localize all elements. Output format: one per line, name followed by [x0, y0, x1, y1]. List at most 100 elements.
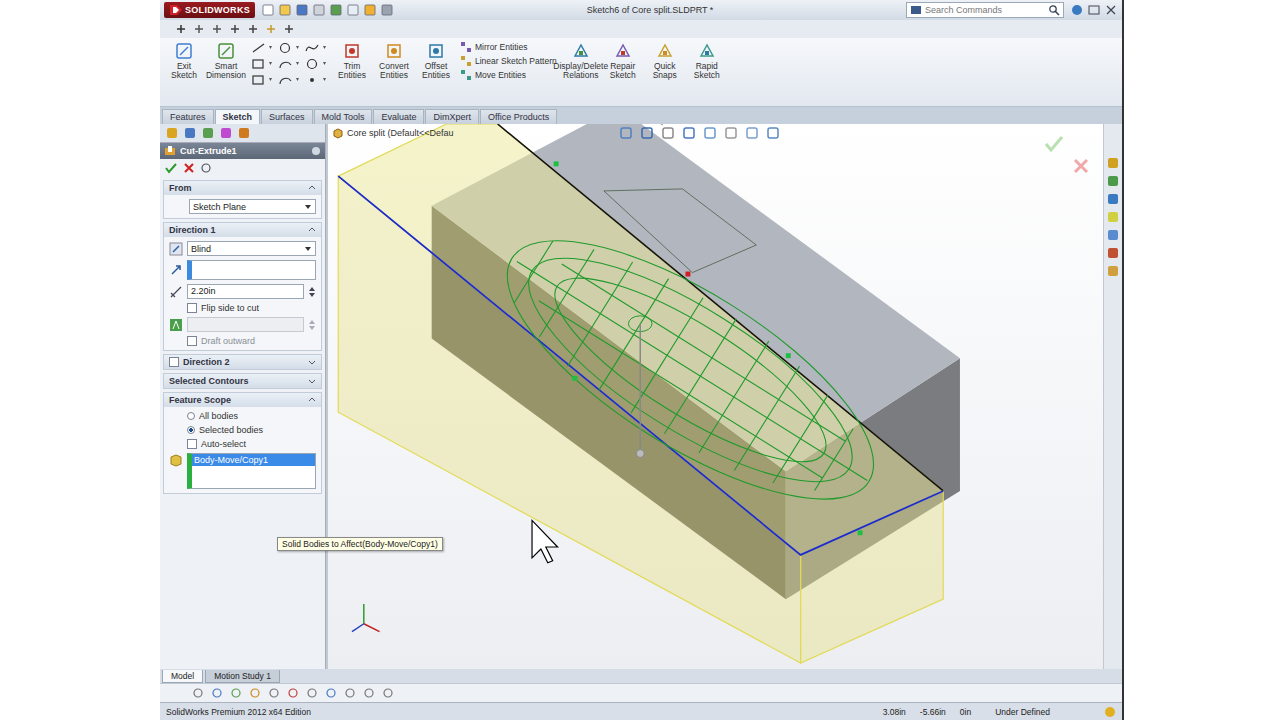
view-tool-icon[interactable] [702, 126, 718, 140]
view-tool-icon[interactable] [765, 126, 781, 140]
arrow-icon[interactable] [210, 22, 224, 36]
command-button[interactable]: Exit Sketch [166, 41, 202, 81]
sketch-tool-icon[interactable] [266, 686, 282, 700]
command-button[interactable]: Display/Delete Relations [563, 41, 599, 81]
scope-radio[interactable]: All bodies [169, 411, 316, 421]
command-button[interactable]: Linear Sketch Pattern [460, 55, 557, 67]
new-icon[interactable] [261, 3, 275, 17]
command-button[interactable]: Move Entities [460, 69, 557, 81]
help-icon[interactable] [1070, 3, 1084, 17]
command-tab[interactable]: DimXpert [425, 109, 479, 124]
window-icon[interactable] [1087, 3, 1101, 17]
sketch-tool-icon[interactable] [323, 686, 339, 700]
manager-tab-icon[interactable] [200, 126, 216, 140]
reverse-direction-icon[interactable] [169, 242, 183, 256]
sketch-tool-icon[interactable] [228, 686, 244, 700]
rotate-icon[interactable] [192, 22, 206, 36]
sketch-tool-icon[interactable] [209, 686, 225, 700]
end-condition-select[interactable]: Blind [187, 241, 316, 256]
draft-outward-checkbox[interactable]: Draft outward [169, 336, 316, 346]
sketch-tool-icon[interactable] [361, 686, 377, 700]
pin-icon[interactable] [282, 22, 296, 36]
rectangle-icon[interactable] [250, 57, 274, 71]
spline-icon[interactable] [304, 41, 328, 55]
ok-check-icon[interactable] [164, 162, 178, 174]
section-header[interactable]: From [164, 181, 321, 195]
section-header[interactable]: Direction 1 [164, 223, 321, 237]
sketch-tool-icon[interactable] [247, 686, 263, 700]
cancel-x-icon[interactable] [182, 162, 196, 174]
command-button[interactable]: Mirror Entities [460, 41, 557, 53]
direction-selection-box[interactable] [187, 260, 316, 280]
view-tool-icon[interactable] [744, 126, 760, 140]
auto-select-checkbox[interactable]: Auto-select [169, 439, 316, 449]
section-header[interactable]: Direction 2 [164, 355, 321, 369]
circle-icon[interactable] [277, 41, 301, 55]
draft-icon[interactable] [169, 318, 183, 332]
scope-radio[interactable]: Selected bodies [169, 425, 316, 435]
manager-tab-icon[interactable] [236, 126, 252, 140]
task-pane-icon[interactable] [1106, 192, 1120, 206]
manager-tab-icon[interactable] [218, 126, 234, 140]
save-icon[interactable] [295, 3, 309, 17]
sketch-tool-icon[interactable] [380, 686, 396, 700]
view-tool-icon[interactable] [660, 126, 676, 140]
close-icon[interactable] [1104, 3, 1118, 17]
command-button[interactable]: Smart Dimension [208, 41, 244, 81]
command-button[interactable]: Quick Snaps [647, 41, 683, 81]
flip-side-checkbox[interactable]: Flip side to cut [169, 303, 316, 313]
task-pane-icon[interactable] [1106, 228, 1120, 242]
section-header[interactable]: Selected Contours [164, 374, 321, 388]
confirm-check-icon[interactable] [1043, 134, 1065, 154]
command-tab[interactable]: Surfaces [261, 109, 313, 124]
body-item[interactable]: Body-Move/Copy1 [192, 454, 315, 466]
command-button[interactable]: Convert Entities [376, 41, 412, 81]
depth-field[interactable]: 2.20in [187, 284, 304, 299]
line-icon[interactable] [250, 41, 274, 55]
command-button[interactable]: Trim Entities [334, 41, 370, 81]
magnifier-icon[interactable] [1048, 4, 1060, 16]
view-tool-icon[interactable] [618, 126, 634, 140]
task-pane-icon[interactable] [1106, 210, 1120, 224]
solidworks-logo[interactable]: SOLIDWORKS [164, 2, 255, 18]
polygon-icon[interactable] [250, 73, 274, 87]
undo-icon[interactable] [329, 3, 343, 17]
print-icon[interactable] [312, 3, 326, 17]
spinner-icon[interactable] [308, 318, 316, 332]
draft-angle-field[interactable] [187, 317, 304, 332]
sketch-tool-icon[interactable] [190, 686, 206, 700]
command-tab[interactable]: Sketch [215, 109, 261, 124]
download-icon[interactable] [246, 22, 260, 36]
search-box[interactable]: Search Commands [906, 2, 1064, 18]
section-header[interactable]: Feature Scope [164, 393, 321, 407]
view-tool-icon[interactable] [639, 126, 655, 140]
point-icon[interactable] [304, 73, 328, 87]
plus-icon[interactable] [174, 22, 188, 36]
command-tab[interactable]: Evaluate [373, 109, 424, 124]
task-pane-icon[interactable] [1106, 174, 1120, 188]
tree-flyout[interactable]: Core split (Default<<Defau [332, 127, 454, 139]
command-button[interactable]: Repair Sketch [605, 41, 641, 81]
home-icon[interactable] [264, 22, 278, 36]
sketch-tool-icon[interactable] [285, 686, 301, 700]
model-view[interactable] [328, 124, 1103, 669]
rebuild-icon[interactable] [363, 3, 377, 17]
model-tab[interactable]: Motion Study 1 [205, 670, 280, 683]
manager-tab-icon[interactable] [164, 126, 180, 140]
help-icon[interactable] [311, 146, 321, 156]
select-icon[interactable] [346, 3, 360, 17]
model-tab[interactable]: Model [162, 670, 203, 683]
view-tool-icon[interactable] [723, 126, 739, 140]
model-canvas[interactable]: Core split (Default<<Defau [328, 124, 1103, 669]
ellipse-icon[interactable] [304, 57, 328, 71]
arc-icon[interactable] [277, 57, 301, 71]
fillet-icon[interactable] [277, 73, 301, 87]
spinner-icon[interactable] [308, 285, 316, 299]
bodies-list[interactable]: Body-Move/Copy1 [187, 453, 316, 489]
manager-tab-icon[interactable] [182, 126, 198, 140]
pencil-icon[interactable] [228, 22, 242, 36]
options-icon[interactable] [380, 3, 394, 17]
command-button[interactable]: Rapid Sketch [689, 41, 725, 81]
sketch-tool-icon[interactable] [304, 686, 320, 700]
cancel-x-icon[interactable] [1071, 156, 1091, 176]
